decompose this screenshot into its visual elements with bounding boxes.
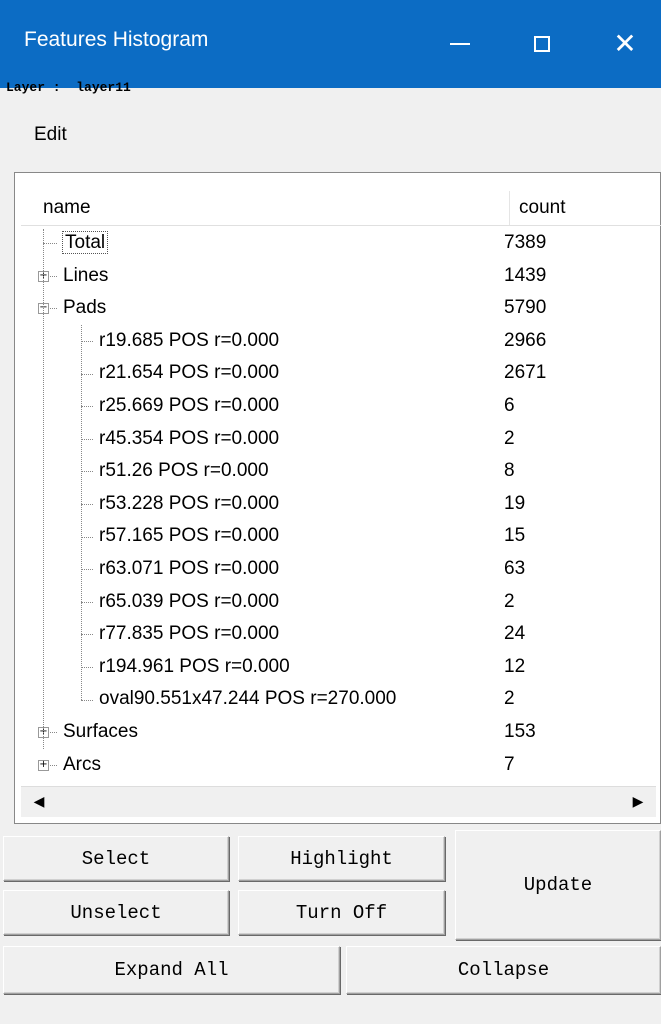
tree-row-count: 24	[504, 623, 526, 645]
tree-connector	[81, 667, 93, 669]
tree-row[interactable]: r65.039 POS r=0.000 2	[15, 586, 656, 618]
maximize-icon	[534, 36, 550, 52]
tree-connector	[81, 634, 93, 636]
tree-row-count: 12	[504, 655, 526, 677]
tree-row[interactable]: r63.071 POS r=0.000 63	[15, 553, 656, 585]
tree-connector	[81, 569, 93, 571]
column-header-name[interactable]: name	[43, 191, 510, 225]
tree-row-count: 7389	[504, 232, 547, 253]
tree-row-name: Arcs	[63, 753, 101, 775]
tree-row-name: Surfaces	[63, 721, 138, 742]
highlight-button[interactable]: Highlight	[238, 836, 445, 881]
tree-row-name: r57.165 POS r=0.000	[99, 525, 280, 547]
tree-row[interactable]: r194.961 POS r=0.000 12	[15, 651, 656, 683]
scroll-right-icon[interactable]: ▶	[626, 790, 650, 814]
tree-row-count: 1439	[504, 264, 547, 286]
tree-row-name: r53.228 POS r=0.000	[99, 492, 280, 514]
tree-row[interactable]: + Arcs 7	[15, 749, 656, 781]
horizontal-scrollbar[interactable]: ◀ ▶	[21, 786, 656, 817]
tree-row-count: 8	[504, 460, 515, 482]
tree-row-name: r45.354 POS r=0.000	[99, 427, 280, 449]
tree-row[interactable]: oval90.551x47.244 POS r=270.000 2	[15, 683, 656, 715]
tree-row[interactable]: r45.354 POS r=0.000 2	[15, 423, 656, 455]
tree-connector	[43, 243, 57, 245]
tree-vertical-line	[43, 229, 44, 749]
tree-row-name: r25.669 POS r=0.000	[99, 395, 280, 416]
tree-connector	[81, 438, 93, 440]
tree-row-count: 153	[504, 721, 536, 742]
tree-row[interactable]: r19.685 POS r=0.000 2966	[15, 325, 656, 357]
layer-label: Layer : layer11	[6, 80, 131, 95]
tree-connector	[81, 601, 93, 603]
column-header-count[interactable]: count	[519, 191, 565, 225]
tree-row-count: 2671	[504, 362, 547, 384]
tree-connector	[81, 471, 93, 473]
tree-row-count: 2966	[504, 329, 547, 351]
tree-row[interactable]: r77.835 POS r=0.000 24	[15, 618, 656, 650]
select-button[interactable]: Select	[3, 836, 229, 881]
tree-connector	[81, 341, 93, 343]
tree-row-name: r65.039 POS r=0.000	[99, 590, 280, 612]
tree-row-count: 5790	[504, 297, 547, 319]
tree-row[interactable]: r51.26 POS r=0.000 8	[15, 455, 656, 487]
close-icon: ✕	[613, 27, 637, 60]
tree-row-name: r77.835 POS r=0.000	[99, 623, 280, 645]
tree-row-name: oval90.551x47.244 POS r=270.000	[99, 688, 397, 710]
minimize-icon	[450, 43, 470, 45]
tree-row-count: 19	[504, 492, 526, 514]
tree-row-name: Lines	[63, 264, 109, 286]
menu-edit[interactable]: Edit	[34, 124, 67, 145]
maximize-button[interactable]	[514, 0, 570, 88]
tree-row[interactable]: − Pads 5790	[15, 292, 656, 324]
tree-row[interactable]: Total 7389	[15, 227, 656, 259]
tree-row[interactable]: r53.228 POS r=0.000 19	[15, 488, 656, 520]
tree-row[interactable]: r25.669 POS r=0.000 6	[15, 390, 656, 422]
tree-connector	[81, 536, 93, 538]
turn-off-button[interactable]: Turn Off	[238, 890, 445, 935]
column-header: name count	[21, 191, 661, 226]
tree-row-name: r19.685 POS r=0.000	[99, 329, 280, 351]
tree-row-name: r194.961 POS r=0.000	[99, 655, 290, 677]
tree-connector	[81, 406, 93, 408]
tree-row-name: Total	[61, 231, 109, 254]
tree-row-name: Pads	[63, 297, 107, 319]
unselect-button[interactable]: Unselect	[3, 890, 229, 935]
tree-row[interactable]: + Lines 1439	[15, 260, 656, 292]
menu-bar: Edit	[34, 124, 67, 146]
collapse-button[interactable]: Collapse	[346, 946, 661, 994]
expand-all-button[interactable]: Expand All	[3, 946, 340, 994]
tree-row-count: 15	[504, 525, 526, 547]
update-button[interactable]: Update	[455, 830, 661, 940]
tree-row-name: r21.654 POS r=0.000	[99, 362, 280, 384]
close-button[interactable]: ✕	[597, 0, 653, 88]
tree-connector	[81, 373, 93, 375]
tree-row[interactable]: r21.654 POS r=0.000 2671	[15, 357, 656, 389]
tree-row-count: 2	[504, 590, 515, 612]
minimize-button[interactable]	[432, 0, 488, 88]
features-tree-panel: name count Total 7389 + Lines 1439− Pads 5790 r…	[14, 172, 661, 824]
tree-row-name: r51.26 POS r=0.000	[99, 460, 269, 482]
tree-vertical-line	[81, 324, 82, 700]
window-title: Features Histogram	[24, 28, 209, 51]
tree-row-name: r63.071 POS r=0.000	[99, 558, 280, 579]
tree-row[interactable]: r57.165 POS r=0.000 15	[15, 520, 656, 552]
scroll-left-icon[interactable]: ◀	[27, 790, 51, 814]
title-bar[interactable]: Features Histogram ✕	[0, 0, 661, 88]
tree-connector	[81, 699, 93, 701]
tree-row-count: 6	[504, 395, 515, 416]
tree-row[interactable]: + Surfaces 153	[15, 716, 656, 748]
expand-icon[interactable]: +	[38, 759, 49, 771]
tree-row-count: 2	[504, 427, 515, 449]
tree-row-count: 2	[504, 688, 515, 710]
tree-connector	[81, 504, 93, 506]
tree-row-count: 7	[504, 753, 515, 775]
tree-row-count: 63	[504, 558, 526, 579]
